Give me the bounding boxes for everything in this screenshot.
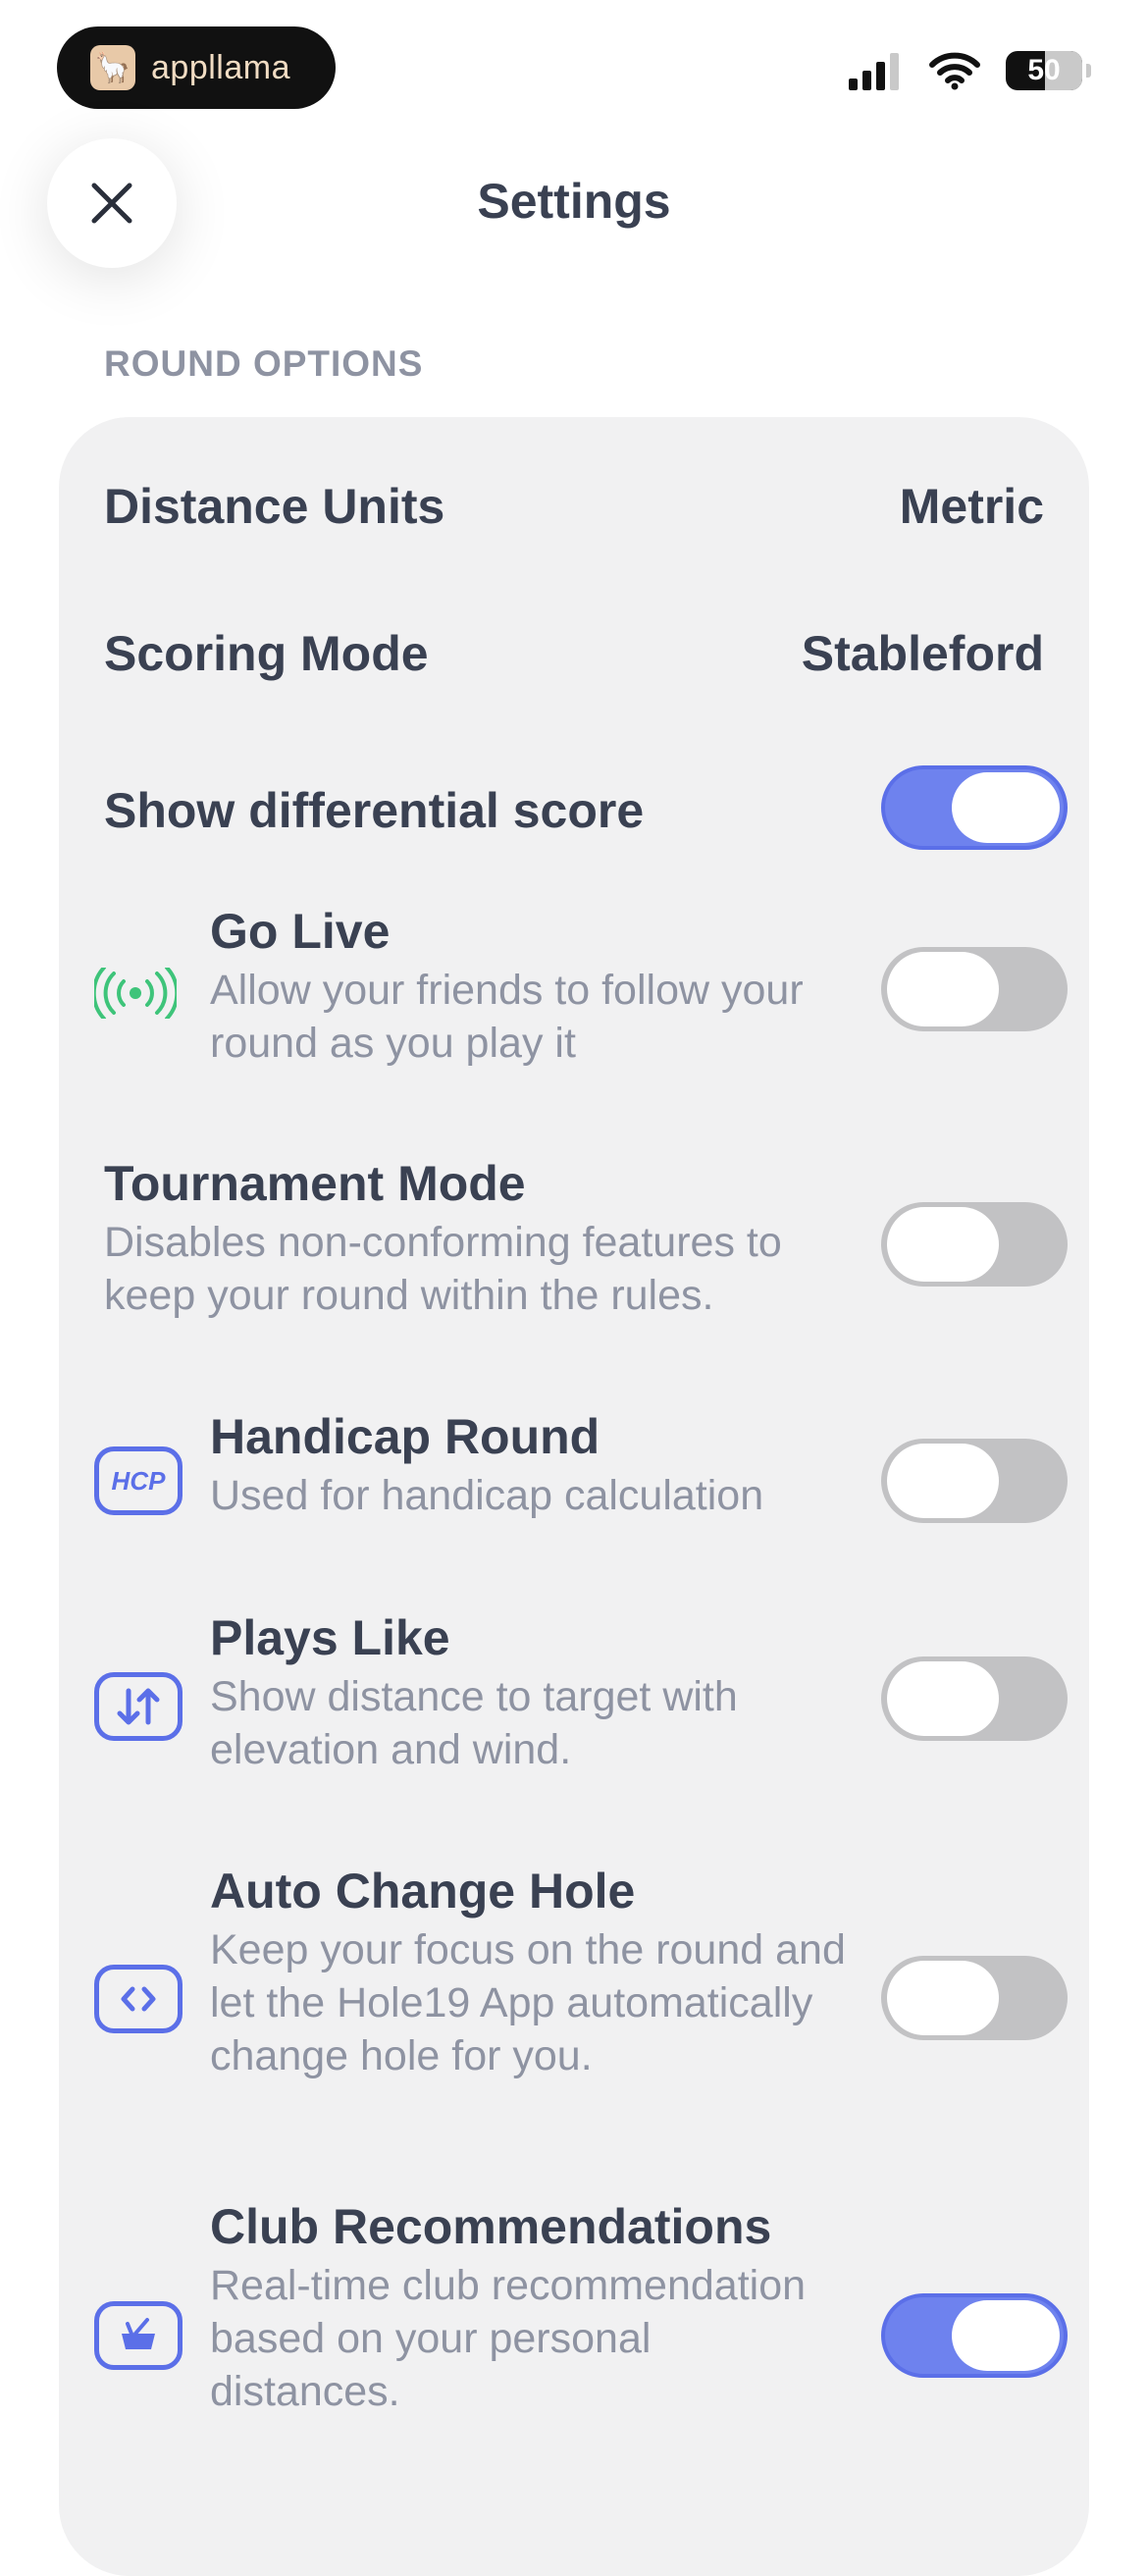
scoring-mode-row[interactable]: Scoring Mode Stableford [59,604,1089,702]
club-recommendations-row: Club Recommendations Real-time club reco… [59,2198,1089,2415]
tournament-mode-description: Disables non-conforming features to keep… [104,1219,782,1319]
brand-name: appllama [151,48,290,86]
round-options-card: Distance Units Metric Scoring Mode Stabl… [59,417,1089,2576]
bag-glyph [122,2318,155,2349]
distance-units-value: Metric [899,479,1044,534]
tournament-mode-toggle[interactable] [881,1202,1068,1287]
go-live-toggle[interactable] [881,947,1068,1031]
wifi-icon [929,52,980,90]
scoring-mode-value: Stableford [801,626,1044,681]
page-title: Settings [477,174,671,229]
go-live-description: Allow your friends to follow your round … [210,967,804,1067]
signal-icon [849,53,899,90]
plays-like-row: Plays Like Show distance to target with … [59,1609,1089,1806]
differential-score-toggle[interactable] [881,765,1068,850]
handicap-round-label: Handicap Round [210,1409,600,1464]
battery-level: 50 [1027,54,1061,86]
broadcast-icon [94,968,177,1019]
code-arrows-icon [94,1965,183,2033]
club-bag-icon [94,2301,183,2370]
go-live-label: Go Live [210,904,391,959]
tournament-mode-label: Tournament Mode [104,1156,526,1211]
auto-change-hole-description: Keep your focus on the round and let the… [210,1926,846,2079]
auto-change-hole-toggle[interactable] [881,1956,1068,2040]
handicap-round-toggle[interactable] [881,1439,1068,1523]
distance-units-row[interactable]: Distance Units Metric [59,456,1089,554]
plays-like-toggle[interactable] [881,1656,1068,1741]
elevation-arrows-icon [94,1672,183,1741]
status-bar: 🦙 appllama 50 [0,0,1148,147]
differential-score-row: Show differential score [59,741,1089,878]
differential-score-label: Show differential score [104,783,645,838]
handicap-round-description: Used for handicap calculation [210,1472,764,1519]
llama-logo-icon: 🦙 [90,45,135,90]
tournament-mode-row: Tournament Mode Disables non-conforming … [59,1155,1089,1351]
chevrons-glyph [121,1986,156,2012]
club-recommendations-description: Real-time club recommendation based on y… [210,2262,807,2415]
battery-indicator: 50 [1006,51,1082,90]
plays-like-label: Plays Like [210,1610,450,1665]
brand-pill: 🦙 appllama [57,26,336,109]
auto-change-hole-row: Auto Change Hole Keep your focus on the … [59,1863,1089,2128]
distance-units-label: Distance Units [104,479,445,534]
up-down-arrows-glyph [117,1688,160,1725]
status-icons: 50 [847,51,1091,90]
auto-change-hole-label: Auto Change Hole [210,1864,636,1919]
go-live-row: Go Live Allow your friends to follow you… [59,903,1089,1099]
scoring-mode-label: Scoring Mode [104,626,429,681]
hcp-icon: HCP [94,1446,183,1515]
club-recommendations-toggle[interactable] [881,2293,1068,2378]
plays-like-description: Show distance to target with elevation a… [210,1673,738,1773]
battery-tip [1086,64,1091,78]
section-title: ROUND OPTIONS [104,343,424,384]
handicap-round-row: HCP Handicap Round Used for handicap cal… [59,1408,1089,1546]
club-recommendations-label: Club Recommendations [210,2199,772,2254]
